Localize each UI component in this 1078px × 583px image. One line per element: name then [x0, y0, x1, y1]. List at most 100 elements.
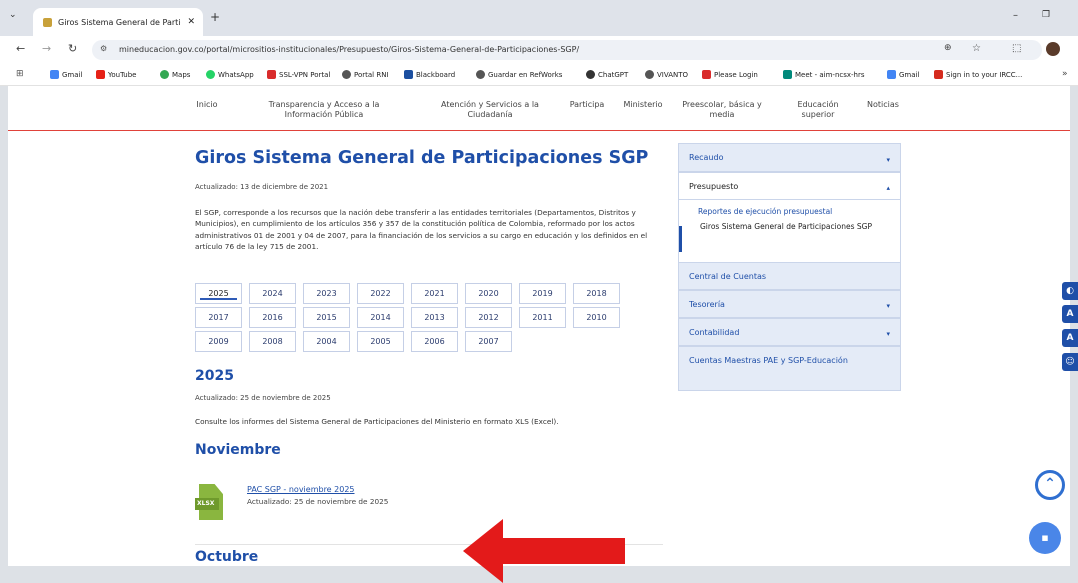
nav-participa[interactable]: Participa	[565, 100, 609, 110]
year-tab-2020[interactable]: 2020	[465, 283, 512, 304]
bookmark-gmail-2[interactable]: Gmail	[887, 70, 919, 79]
year-tab-2012[interactable]: 2012	[465, 307, 512, 328]
year-tab-2004[interactable]: 2004	[303, 331, 350, 352]
year-tab-2006[interactable]: 2006	[411, 331, 458, 352]
tab-search-icon[interactable]: ⌄	[9, 10, 17, 20]
description-paragraph: El SGP, corresponde a los recursos que l…	[195, 208, 648, 251]
avatar[interactable]	[1046, 42, 1060, 56]
font-decrease-icon[interactable]: A	[1062, 329, 1078, 347]
updated-date: Actualizado: 13 de diciembre de 2021	[195, 183, 329, 191]
address-bar[interactable]: ⚙ mineducacion.gov.co/portal/micrositios…	[92, 40, 1042, 60]
bookmark-please-login[interactable]: Please Login	[702, 70, 758, 79]
sidebar-item-tesoreria[interactable]: Tesorería ▾	[678, 290, 901, 318]
year-tab-2005[interactable]: 2005	[357, 331, 404, 352]
year-tab-2014[interactable]: 2014	[357, 307, 404, 328]
year-tab-2015[interactable]: 2015	[303, 307, 350, 328]
nav-atencion[interactable]: Atención y Servicios a la Ciudadanía	[430, 100, 550, 120]
year-tab-2007[interactable]: 2007	[465, 331, 512, 352]
bookmark-whatsapp[interactable]: WhatsApp	[206, 70, 254, 79]
restore-icon[interactable]: ❐	[1042, 10, 1050, 20]
year-tab-2022[interactable]: 2022	[357, 283, 404, 304]
fortinet-icon	[702, 70, 711, 79]
chevron-up-icon: ⌃	[1044, 476, 1056, 492]
year-tab-2017[interactable]: 2017	[195, 307, 242, 328]
bookmark-chatgpt[interactable]: ChatGPT	[586, 70, 628, 79]
browser-tab[interactable]: Giros Sistema General de Partic ✕	[33, 8, 203, 36]
site-info-icon[interactable]: ⚙	[100, 44, 107, 53]
year-tab-2024[interactable]: 2024	[249, 283, 296, 304]
year-tab-2009[interactable]: 2009	[195, 331, 242, 352]
forward-icon[interactable]: →	[42, 42, 51, 55]
year-tab-2023[interactable]: 2023	[303, 283, 350, 304]
sidebar-sub-giros[interactable]: Giros Sistema General de Participaciones…	[689, 221, 900, 232]
sidebar-item-cuentas-maestras[interactable]: Cuentas Maestras PAE y SGP-Educación	[678, 346, 901, 391]
nav-preescolar[interactable]: Preescolar, básica y media	[674, 100, 770, 120]
bookmark-youtube[interactable]: YouTube	[96, 70, 136, 79]
globe-icon	[645, 70, 654, 79]
bookmark-ircc[interactable]: Sign in to your IRCC...	[934, 70, 1022, 79]
xlsx-file-icon[interactable]: XLSX	[195, 484, 229, 520]
bookmark-star-icon[interactable]: ☆	[972, 43, 981, 54]
nav-ministerio[interactable]: Ministerio	[616, 100, 670, 110]
nav-educacion-superior[interactable]: Educación superior	[788, 100, 848, 120]
sidebar-item-presupuesto[interactable]: Presupuesto ▴	[678, 172, 901, 200]
bookmark-gmail[interactable]: Gmail	[50, 70, 82, 79]
bookmark-refworks[interactable]: Guardar en RefWorks	[476, 70, 562, 79]
youtube-icon	[96, 70, 105, 79]
year-tab-2019[interactable]: 2019	[519, 283, 566, 304]
bookmark-blackboard[interactable]: Blackboard	[404, 70, 455, 79]
maps-icon	[160, 70, 169, 79]
year-tab-2010[interactable]: 2010	[573, 307, 620, 328]
year-tab-2025[interactable]: 2025	[195, 283, 242, 304]
blackboard-icon	[404, 70, 413, 79]
nav-inicio[interactable]: Inicio	[192, 100, 222, 110]
meet-icon	[783, 70, 792, 79]
fortinet-icon	[267, 70, 276, 79]
zoom-icon[interactable]: ⊕	[944, 43, 952, 53]
pac-sgp-noviembre-link[interactable]: PAC SGP - noviembre 2025	[247, 485, 355, 494]
new-tab-icon[interactable]: +	[210, 10, 220, 24]
sidebar-item-contabilidad[interactable]: Contabilidad ▾	[678, 318, 901, 346]
bookmark-portal-rni[interactable]: Portal RNI	[342, 70, 389, 79]
nav-transparencia[interactable]: Transparencia y Acceso a la Información …	[256, 100, 392, 120]
more-bookmarks-icon[interactable]: »	[1062, 69, 1068, 79]
google-icon	[887, 70, 896, 79]
extensions-icon[interactable]: ⬚	[1012, 43, 1021, 54]
favicon-icon	[43, 17, 52, 27]
year-tab-2016[interactable]: 2016	[249, 307, 296, 328]
year-tab-2013[interactable]: 2013	[411, 307, 458, 328]
red-arrow-annotation	[463, 519, 625, 583]
sidebar-item-central-cuentas[interactable]: Central de Cuentas	[678, 262, 901, 290]
contrast-icon[interactable]: ◐	[1062, 282, 1078, 300]
year-tab-2008[interactable]: 2008	[249, 331, 296, 352]
sidebar-submenu: Reportes de ejecución presupuestal Giros…	[678, 200, 901, 262]
sign-language-icon[interactable]: ☺	[1062, 353, 1078, 371]
canada-flag-icon	[934, 70, 943, 79]
sidebar-item-recaudo[interactable]: Recaudo ▾	[678, 143, 901, 172]
font-increase-icon[interactable]: A	[1062, 305, 1078, 323]
chevron-down-icon: ▾	[886, 330, 890, 338]
apps-icon[interactable]: ⊞	[16, 69, 24, 79]
scroll-to-top-button[interactable]: ⌃	[1035, 470, 1065, 500]
section-description: Consulte los informes del Sistema Genera…	[195, 417, 559, 426]
bookmarks-bar: ⊞ Gmail YouTube Maps WhatsApp SSL-VPN Po…	[0, 64, 1078, 86]
reload-icon[interactable]: ↻	[68, 42, 77, 55]
bookmark-maps[interactable]: Maps	[160, 70, 190, 79]
nav-noticias[interactable]: Noticias	[860, 100, 906, 110]
year-tab-2011[interactable]: 2011	[519, 307, 566, 328]
bookmark-meet[interactable]: Meet - aim-ncsx-hrs	[783, 70, 865, 79]
year-tab-2021[interactable]: 2021	[411, 283, 458, 304]
bookmark-vivanto[interactable]: VIVANTO	[645, 70, 688, 79]
chat-button[interactable]: ▪	[1029, 522, 1061, 554]
close-tab-icon[interactable]: ✕	[187, 17, 203, 27]
file-updated-date: Actualizado: 25 de noviembre de 2025	[247, 497, 389, 506]
year-tab-2018[interactable]: 2018	[573, 283, 620, 304]
minimize-icon[interactable]: –	[1013, 10, 1018, 21]
back-icon[interactable]: ←	[16, 42, 25, 55]
sidebar-sub-reportes[interactable]: Reportes de ejecución presupuestal	[689, 207, 900, 216]
bookmark-ssl-vpn[interactable]: SSL-VPN Portal	[267, 70, 330, 79]
site-navigation: Inicio Transparencia y Acceso a la Infor…	[8, 86, 1070, 131]
xlsx-label: XLSX	[197, 500, 215, 507]
chat-icon: ▪	[1041, 531, 1049, 544]
month-heading-noviembre: Noviembre	[195, 442, 281, 458]
